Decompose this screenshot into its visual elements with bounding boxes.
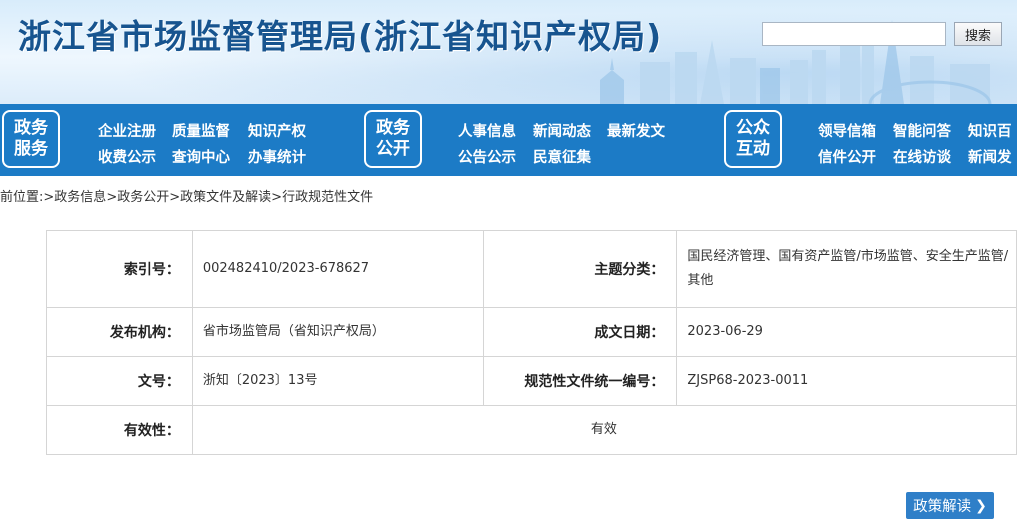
document-info-table: 索引号： 002482410/2023-678627 主题分类： 国民经济管理、… [46, 230, 1017, 455]
nav-link-press-release[interactable]: 新闻发 [968, 146, 1012, 167]
nav-link-service-statistics[interactable]: 办事统计 [248, 146, 306, 167]
publisher-label: 发布机构： [46, 307, 193, 357]
nav-badge-government-disclosure[interactable]: 政务 公开 [364, 110, 422, 168]
breadcrumb-item-government-disclosure[interactable]: 政务公开 [117, 190, 169, 205]
index-number-value: 002482410/2023-678627 [191, 230, 484, 308]
written-date-label: 成文日期： [482, 307, 678, 357]
search-button[interactable]: 搜索 [954, 22, 1002, 46]
written-date-value: 2023-06-29 [676, 307, 1017, 357]
nav-link-letters-public[interactable]: 信件公开 [818, 146, 876, 167]
table-row: 发布机构： 省市场监管局（省知识产权局） 成文日期： 2023-06-29 [46, 307, 1017, 357]
chevron-right-icon: ❯ [975, 497, 987, 514]
nav-link-news[interactable]: 新闻动态 [533, 120, 591, 141]
nav-link-fee-disclosure[interactable]: 收费公示 [98, 146, 156, 167]
index-number-label: 索引号： [46, 230, 193, 308]
normative-code-label: 规范性文件统一编号： [482, 356, 678, 406]
nav-badge-line: 公开 [376, 139, 410, 159]
nav-link-announcements[interactable]: 公告公示 [458, 146, 516, 167]
topic-category-label: 主题分类： [482, 230, 678, 308]
nav-link-public-opinion[interactable]: 民意征集 [533, 146, 591, 167]
nav-badge-public-interaction[interactable]: 公众 互动 [724, 110, 782, 168]
publisher-value: 省市场监管局（省知识产权局） [191, 307, 484, 357]
nav-badge-government-service[interactable]: 政务 服务 [2, 110, 60, 168]
nav-link-intellectual-property[interactable]: 知识产权 [248, 120, 306, 141]
table-row: 有效性： 有效 [46, 405, 1017, 455]
nav-badge-line: 政务 [376, 118, 410, 138]
nav-link-latest-documents[interactable]: 最新发文 [607, 120, 665, 141]
topic-category-value: 国民经济管理、国有资产监管/市场监管、安全生产监管/其他 [676, 230, 1017, 308]
breadcrumb: 前位置:>政务信息>政务公开>政策文件及解读>行政规范性文件 [0, 186, 373, 205]
validity-value: 有效 [191, 405, 1017, 455]
nav-link-enterprise-registration[interactable]: 企业注册 [98, 120, 156, 141]
policy-interpretation-label: 政策解读 [913, 499, 972, 515]
main-nav: 政务 服务 企业注册 质量监督 知识产权 收费公示 查询中心 办事统计 政务 公… [0, 104, 1017, 176]
site-title: 浙江省市场监督管理局(浙江省知识产权局) [18, 17, 663, 56]
policy-interpretation-button[interactable]: 政策解读 ❯ [906, 492, 994, 519]
document-number-value: 浙知〔2023〕13号 [191, 356, 484, 406]
breadcrumb-separator: > [271, 190, 283, 205]
table-row: 文号： 浙知〔2023〕13号 规范性文件统一编号： ZJSP68-2023-0… [46, 356, 1017, 406]
nav-link-quality-supervision[interactable]: 质量监督 [172, 120, 230, 141]
nav-link-leader-mailbox[interactable]: 领导信箱 [818, 120, 876, 141]
table-row: 索引号： 002482410/2023-678627 主题分类： 国民经济管理、… [46, 230, 1017, 308]
nav-link-smart-qa[interactable]: 智能问答 [893, 120, 951, 141]
normative-code-value: ZJSP68-2023-0011 [676, 356, 1017, 406]
nav-link-query-center[interactable]: 查询中心 [172, 146, 230, 167]
breadcrumb-separator: > [169, 190, 181, 205]
breadcrumb-item-normative-documents[interactable]: 行政规范性文件 [282, 190, 373, 205]
nav-link-knowledge-base[interactable]: 知识百 [968, 120, 1012, 141]
nav-badge-line: 服务 [14, 139, 48, 159]
nav-badge-line: 政务 [14, 118, 48, 138]
nav-badge-line: 互动 [736, 139, 770, 159]
site-header: 浙江省市场监督管理局(浙江省知识产权局) 搜索 [0, 0, 1017, 104]
breadcrumb-item-policy-documents[interactable]: 政策文件及解读 [180, 190, 271, 205]
validity-label: 有效性： [46, 405, 193, 455]
nav-link-online-interview[interactable]: 在线访谈 [893, 146, 951, 167]
breadcrumb-item-government-info[interactable]: 政务信息 [54, 190, 106, 205]
search-input[interactable] [762, 22, 946, 46]
document-number-label: 文号： [46, 356, 193, 406]
breadcrumb-separator: > [43, 190, 55, 205]
breadcrumb-prefix: 前位置: [0, 190, 44, 205]
nav-badge-line: 公众 [736, 118, 770, 138]
nav-link-personnel-info[interactable]: 人事信息 [458, 120, 516, 141]
breadcrumb-separator: > [106, 190, 118, 205]
